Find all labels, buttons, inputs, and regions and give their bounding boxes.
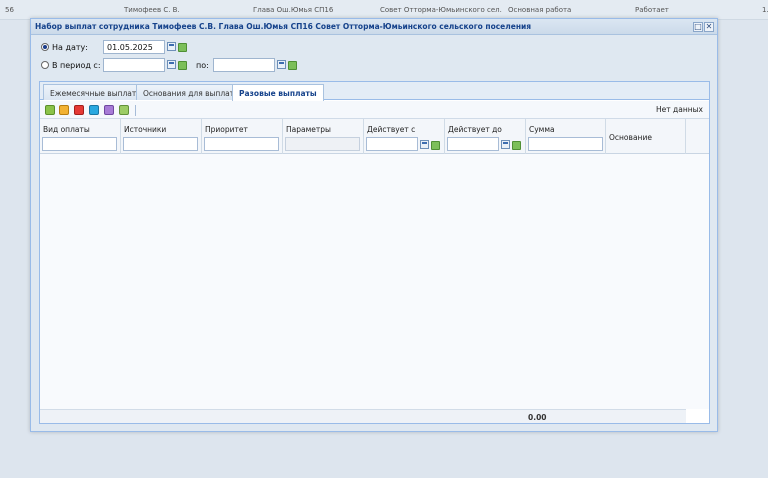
- edit-icon[interactable]: [59, 105, 69, 115]
- clear-date-icon[interactable]: [288, 61, 297, 70]
- close-icon[interactable]: ✕: [704, 22, 714, 32]
- valid-to-filter-input[interactable]: [447, 137, 499, 151]
- grid-toolbar: Нет данных: [40, 101, 709, 119]
- on-date-label: На дату:: [52, 42, 88, 52]
- column-priority[interactable]: Приоритет: [202, 119, 283, 154]
- bg-cell-id: 56: [5, 6, 14, 14]
- column-title: Действует с: [367, 125, 416, 134]
- period-from-input[interactable]: [103, 58, 165, 72]
- window-title: Набор выплат сотрудника Тимофеев С.В. Гл…: [35, 22, 532, 31]
- window-header: Набор выплат сотрудника Тимофеев С.В. Гл…: [31, 19, 717, 35]
- clear-date-icon[interactable]: [512, 141, 521, 150]
- grid-header: Вид оплаты Источники Приоритет Параметры…: [40, 119, 709, 154]
- period-to-input[interactable]: [213, 58, 275, 72]
- tab-one-time-payments[interactable]: Разовые выплаты: [232, 84, 324, 101]
- refresh-icon[interactable]: [119, 105, 129, 115]
- column-title: Источники: [124, 125, 167, 134]
- tab-bar: Ежемесячные выплаты Основания для выплат…: [40, 82, 709, 101]
- sources-filter-input[interactable]: [123, 137, 198, 151]
- copy-icon[interactable]: [89, 105, 99, 115]
- parameters-filter-input: [285, 137, 360, 151]
- bg-cell-status: Работает: [635, 6, 669, 14]
- payments-set-window: Набор выплат сотрудника Тимофеев С.В. Гл…: [30, 18, 718, 432]
- column-title: Параметры: [286, 125, 331, 134]
- bg-cell-work-type: Основная работа: [508, 6, 572, 14]
- column-title: Действует до: [448, 125, 502, 134]
- column-parameters[interactable]: Параметры: [283, 119, 364, 154]
- bg-cell-employee: Тимофеев С. В.: [124, 6, 180, 14]
- column-title: Сумма: [529, 125, 555, 134]
- column-title: Основание: [609, 133, 652, 142]
- column-title: Приоритет: [205, 125, 248, 134]
- calendar-icon[interactable]: [167, 60, 176, 69]
- column-sources[interactable]: Источники: [121, 119, 202, 154]
- payments-tab-panel: Ежемесячные выплаты Основания для выплат…: [39, 81, 710, 424]
- bg-cell-extra: 1.: [762, 6, 768, 14]
- column-valid-to[interactable]: Действует до: [445, 119, 526, 154]
- column-amount[interactable]: Сумма: [526, 119, 606, 154]
- on-date-input[interactable]: 01.05.2025: [103, 40, 165, 54]
- column-title: Вид оплаты: [43, 125, 90, 134]
- on-date-option[interactable]: На дату:: [41, 40, 88, 54]
- period-option[interactable]: В период с:: [41, 58, 101, 72]
- toolbar-separator: [135, 105, 136, 116]
- priority-filter-input[interactable]: [204, 137, 279, 151]
- column-basis[interactable]: Основание: [606, 119, 686, 154]
- background-table-row[interactable]: 56 Тимофеев С. В. Глава Ош.Юмья СП16 Сов…: [0, 0, 768, 20]
- no-data-status: Нет данных: [656, 105, 703, 114]
- calendar-icon[interactable]: [501, 140, 510, 149]
- calendar-icon[interactable]: [167, 42, 176, 51]
- tab-monthly-payments[interactable]: Ежемесячные выплаты: [43, 84, 150, 100]
- grid-summary-row: 0.00: [40, 409, 686, 423]
- period-radio[interactable]: [41, 61, 49, 69]
- add-icon[interactable]: [45, 105, 55, 115]
- column-payment-type[interactable]: Вид оплаты: [40, 119, 121, 154]
- amount-filter-input[interactable]: [528, 137, 603, 151]
- period-to-label: по:: [196, 61, 209, 70]
- valid-from-filter-input[interactable]: [366, 137, 418, 151]
- amount-total: 0.00: [528, 413, 547, 422]
- calendar-icon[interactable]: [277, 60, 286, 69]
- calendar-icon[interactable]: [420, 140, 429, 149]
- tab-payment-grounds[interactable]: Основания для выплат: [136, 84, 242, 100]
- clear-date-icon[interactable]: [178, 61, 187, 70]
- grid-body[interactable]: [40, 154, 709, 409]
- column-valid-from[interactable]: Действует с: [364, 119, 445, 154]
- restore-icon[interactable]: □: [693, 22, 703, 32]
- sum-icon[interactable]: [104, 105, 114, 115]
- on-date-radio[interactable]: [41, 43, 49, 51]
- clear-date-icon[interactable]: [178, 43, 187, 52]
- payment-type-filter-input[interactable]: [42, 137, 117, 151]
- clear-date-icon[interactable]: [431, 141, 440, 150]
- bg-cell-organization: Совет Отторма-Юмьинского сел...: [380, 6, 502, 14]
- bg-cell-position: Глава Ош.Юмья СП16: [253, 6, 334, 14]
- period-from-label: В период с:: [52, 60, 101, 70]
- delete-icon[interactable]: [74, 105, 84, 115]
